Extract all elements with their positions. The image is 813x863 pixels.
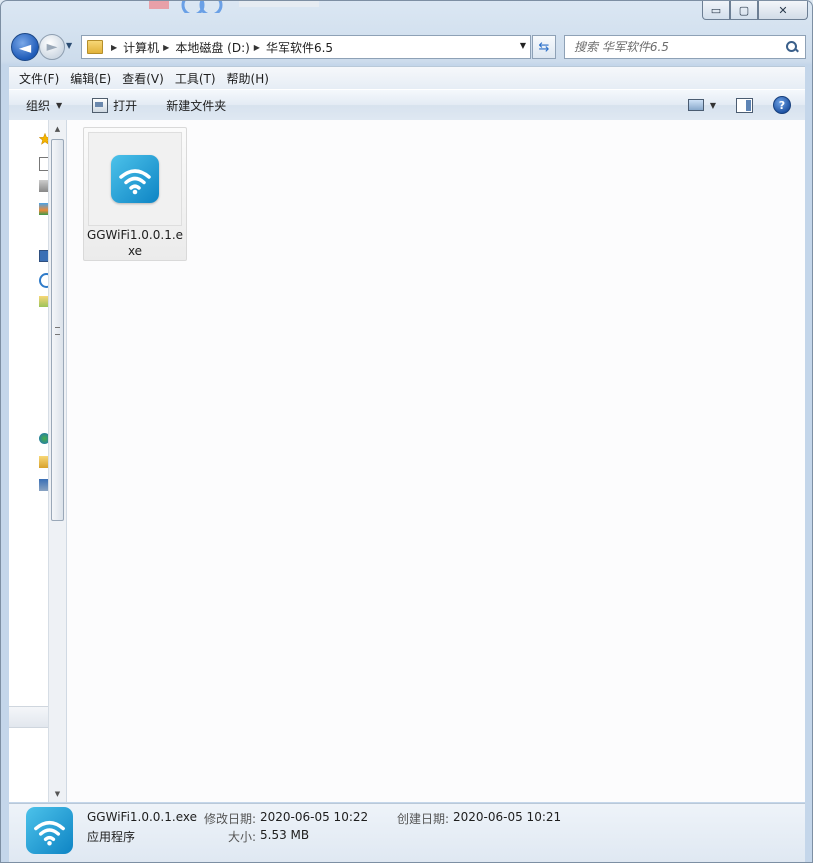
details-file-type: 应用程序 [87, 830, 136, 844]
open-button[interactable]: 打开 [92, 97, 137, 114]
close-button[interactable]: ✕ [758, 1, 808, 20]
scrollbar-grip [55, 327, 60, 335]
view-options-dropdown[interactable]: ▼ [710, 101, 716, 110]
file-name: GGWiFi1.0.0.1.exe [86, 228, 184, 258]
recent-pages-dropdown[interactable]: ▼ [66, 41, 72, 50]
breadcrumb-separator[interactable]: ▶ [163, 43, 169, 52]
help-icon[interactable]: ? [773, 96, 791, 114]
details-size-label: 大小: [228, 830, 257, 844]
navigation-pane: ▲ ▼ [9, 120, 67, 802]
pane-divider [9, 706, 49, 728]
minimize-button[interactable]: ▭ [702, 1, 730, 20]
preview-pane-icon[interactable] [736, 97, 753, 113]
folder-icon [87, 40, 103, 54]
command-bar: 组织 ▼ 打开 新建文件夹 ▼ ? [9, 89, 805, 121]
new-folder-label: 新建文件夹 [166, 98, 227, 113]
organize-label: 组织 [26, 98, 51, 113]
file-item[interactable]: GGWiFi1.0.0.1.exe [83, 127, 187, 261]
background-window-peek [149, 1, 479, 17]
new-folder-button[interactable]: 新建文件夹 [166, 97, 226, 114]
wifi-app-icon [26, 807, 73, 854]
navigation-pane-scrollbar[interactable]: ▲ ▼ [48, 120, 66, 802]
scrollbar-thumb[interactable] [51, 139, 64, 521]
details-created-value: 2020-06-05 10:21 [453, 810, 562, 824]
file-thumbnail [88, 132, 182, 226]
menu-bar: 文件(F) 编辑(E) 查看(V) 工具(T) 帮助(H) [9, 66, 805, 89]
back-button[interactable]: ◄ [11, 33, 39, 61]
search-box[interactable] [564, 35, 806, 59]
explorer-window: ▭ ▢ ✕ ◄ ► ▼ ▶ 计算机 ▶ 本地磁盘 (D:) ▶ 华军软件6.5 … [0, 0, 813, 863]
details-modified-value: 2020-06-05 10:22 [260, 810, 369, 824]
open-label: 打开 [113, 98, 138, 113]
open-icon [92, 97, 109, 113]
refresh-button[interactable]: ⇆ [532, 35, 556, 59]
chevron-down-icon: ▼ [56, 100, 63, 110]
search-icon[interactable] [785, 40, 799, 54]
organize-button[interactable]: 组织 ▼ [26, 97, 62, 114]
breadcrumb-separator[interactable]: ▶ [111, 43, 117, 52]
scroll-up-icon[interactable]: ▲ [49, 120, 66, 137]
menu-edit[interactable]: 编辑(E) [65, 70, 117, 87]
details-created-label: 创建日期: [397, 812, 450, 826]
breadcrumb-current-folder[interactable]: 华军软件6.5 [266, 39, 333, 56]
breadcrumb-separator[interactable]: ▶ [254, 43, 260, 52]
address-dropdown-icon[interactable]: ▼ [520, 41, 526, 50]
toolbar-right-group: ▼ ? [687, 90, 805, 120]
navigation-bar: ◄ ► ▼ ▶ 计算机 ▶ 本地磁盘 (D:) ▶ 华军软件6.5 ▼ ⇆ [9, 31, 806, 61]
breadcrumb-drive-d[interactable]: 本地磁盘 (D:) [175, 39, 249, 56]
details-size-value: 5.53 MB [260, 828, 310, 842]
caption-buttons: ▭ ▢ ✕ [702, 1, 808, 20]
details-pane: GGWiFi1.0.0.1.exe 应用程序 修改日期: 2020-06-05 … [9, 803, 805, 862]
refresh-icon: ⇆ [538, 39, 550, 55]
search-input[interactable] [565, 39, 785, 55]
wifi-app-icon [111, 155, 159, 203]
menu-file[interactable]: 文件(F) [9, 70, 65, 87]
details-modified-label: 修改日期: [204, 812, 257, 826]
address-bar[interactable]: ▶ 计算机 ▶ 本地磁盘 (D:) ▶ 华军软件6.5 ▼ [81, 35, 531, 59]
maximize-button[interactable]: ▢ [730, 1, 758, 20]
breadcrumb-computer[interactable]: 计算机 [123, 39, 159, 56]
details-filename: GGWiFi1.0.0.1.exe [87, 810, 197, 824]
menu-tools[interactable]: 工具(T) [170, 70, 222, 87]
file-list[interactable]: GGWiFi1.0.0.1.exe [67, 120, 805, 802]
forward-button[interactable]: ► [39, 34, 65, 60]
menu-help[interactable]: 帮助(H) [222, 70, 275, 87]
change-view-icon[interactable] [687, 99, 704, 111]
menu-view[interactable]: 查看(V) [117, 70, 170, 87]
scroll-down-icon[interactable]: ▼ [49, 785, 66, 802]
